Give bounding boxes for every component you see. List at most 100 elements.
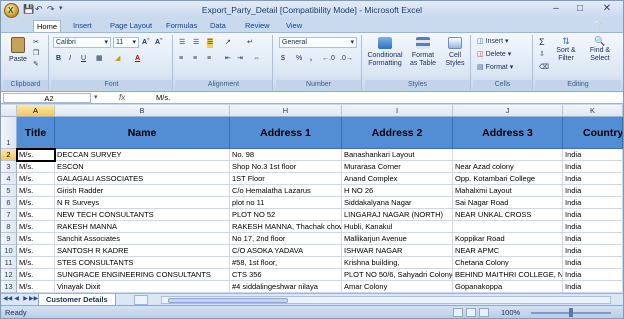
format-as-table-button[interactable]: Format as Table — [407, 37, 439, 68]
font-name-select[interactable]: Calibri ▾ — [53, 37, 111, 48]
cell-address1[interactable]: No 17, 2nd floor — [230, 233, 342, 245]
format-cells-button[interactable]: ▤ Format ▾ — [477, 63, 513, 73]
fill-color-icon[interactable]: ◢ — [115, 54, 120, 64]
column-header-j[interactable]: J — [453, 105, 563, 117]
cell-address3[interactable] — [453, 221, 563, 233]
cell-name[interactable]: NEW TECH CONSULTANTS — [55, 209, 230, 221]
cell-country[interactable]: India — [563, 245, 623, 257]
underline-icon[interactable]: U — [81, 54, 86, 64]
cell-name[interactable]: SUNGRACE ENGINEERING CONSULTANTS — [55, 269, 230, 281]
cell-title[interactable]: M/s. — [17, 161, 55, 173]
cell-address2[interactable]: Siddakalyana Nagar — [342, 197, 453, 209]
cell-title[interactable]: M/s. — [17, 173, 55, 185]
cell-title[interactable]: M/s. — [17, 221, 55, 233]
cut-icon[interactable]: ✂ — [33, 38, 39, 48]
cell-country[interactable]: India — [563, 281, 623, 293]
row-header-5[interactable]: 5 — [1, 185, 17, 197]
column-header-h[interactable]: H — [230, 105, 342, 117]
column-header-i[interactable]: I — [342, 105, 453, 117]
zoom-slider-thumb[interactable] — [569, 308, 573, 317]
row-header-13[interactable]: 13 — [1, 281, 17, 293]
cell-address1[interactable]: C/O ASOKA YADAVA — [230, 245, 342, 257]
cell-title[interactable]: M/s. — [17, 209, 55, 221]
number-format-select[interactable]: General ▾ — [279, 37, 357, 48]
merge-center-icon[interactable]: ⇔ — [253, 54, 260, 64]
maximize-button[interactable]: □ — [571, 3, 589, 16]
decrease-decimal-icon[interactable]: .0→ — [340, 54, 353, 64]
align-right-icon[interactable]: ≡ — [207, 54, 211, 64]
insert-cells-button[interactable]: ◫ Insert ▾ — [477, 37, 509, 47]
cell-title[interactable]: M/s. — [17, 269, 55, 281]
prev-sheet-icon[interactable]: ◀ — [12, 295, 21, 304]
font-color-icon[interactable]: A — [135, 54, 140, 64]
cell-name[interactable]: GALAGALI ASSOCIATES — [55, 173, 230, 185]
row-header-3[interactable]: 3 — [1, 161, 17, 173]
select-all-corner[interactable] — [1, 105, 17, 117]
cell-address3[interactable]: Koppikar Road — [453, 233, 563, 245]
cell-title[interactable]: M/s. — [17, 257, 55, 269]
wrap-text-icon[interactable]: ↵ — [247, 38, 253, 48]
cell-address1[interactable]: #4 siddalingeshwar nilaya — [230, 281, 342, 293]
cell-name[interactable]: Sanchit Associates — [55, 233, 230, 245]
paste-button[interactable]: Paste — [6, 37, 30, 64]
cell-address3[interactable]: Near Azad colony — [453, 161, 563, 173]
name-box-dropdown-icon[interactable]: ▾ — [94, 93, 98, 101]
cell-address1[interactable]: No. 98 — [230, 149, 342, 161]
align-bottom-icon[interactable]: ☰ — [207, 38, 214, 48]
row-header-12[interactable]: 12 — [1, 269, 17, 281]
clear-icon[interactable]: ⌫ — [539, 63, 549, 73]
cell-address3[interactable]: BEHIND MAITHRI COLLEGE, N — [453, 269, 563, 281]
align-left-icon[interactable]: ≡ — [179, 54, 183, 64]
comma-icon[interactable]: , — [310, 54, 312, 64]
cell-country[interactable]: India — [563, 149, 623, 161]
last-sheet-icon[interactable]: ▶▶ — [29, 295, 38, 304]
cell-address1[interactable]: C/o Hemalatha Lazarus — [230, 185, 342, 197]
font-size-select[interactable]: 11 ▾ — [113, 37, 139, 48]
row-header-11[interactable]: 11 — [1, 257, 17, 269]
cell-address3[interactable] — [453, 149, 563, 161]
cell-address2[interactable]: ISHWAR NAGAR — [342, 245, 453, 257]
cell-address2[interactable]: H NO 26 — [342, 185, 453, 197]
zoom-level[interactable]: 100% — [501, 308, 520, 317]
row-header-8[interactable]: 8 — [1, 221, 17, 233]
percent-icon[interactable]: % — [296, 54, 302, 64]
cell-country[interactable]: India — [563, 209, 623, 221]
cell-address2[interactable]: Amar Colony — [342, 281, 453, 293]
horizontal-scroll-thumb[interactable] — [168, 298, 288, 303]
cell-name[interactable]: Girish Radder — [55, 185, 230, 197]
cell-title[interactable]: M/s. — [17, 185, 55, 197]
column-header-a[interactable]: A — [17, 105, 55, 117]
cell-address1[interactable]: plot no 11 — [230, 197, 342, 209]
cell-address3[interactable]: NEAR APMC — [453, 245, 563, 257]
align-middle-icon[interactable]: ☰ — [193, 38, 199, 48]
cell-address1[interactable]: Shop No.3 1st floor — [230, 161, 342, 173]
cell-name[interactable]: STES CONSULTANTS — [55, 257, 230, 269]
insert-sheet-icon[interactable] — [134, 295, 148, 305]
cell-address3[interactable]: Gopanakoppa — [453, 281, 563, 293]
align-center-icon[interactable]: ≡ — [193, 54, 197, 64]
cell-name[interactable]: SANTOSH R KADRE — [55, 245, 230, 257]
copy-icon[interactable]: ❐ — [33, 49, 39, 59]
format-painter-icon[interactable]: ✎ — [33, 60, 39, 70]
cell-country[interactable]: India — [563, 221, 623, 233]
cell-name[interactable]: ESCON — [55, 161, 230, 173]
cell-address3[interactable]: NEAR UNKAL CROSS — [453, 209, 563, 221]
cell-title[interactable]: M/s. — [17, 245, 55, 257]
first-sheet-icon[interactable]: ◀◀ — [3, 295, 12, 304]
insert-function-icon[interactable]: fx — [119, 93, 125, 102]
shrink-font-icon[interactable]: Aˇ — [155, 38, 162, 48]
bold-icon[interactable]: B — [56, 54, 61, 64]
cell-address1[interactable]: RAKESH MANNA, Thachak chowk, Aarvind Pat — [230, 221, 342, 233]
name-box[interactable]: A2 — [3, 93, 91, 103]
cell-address2[interactable]: Banashankari Layout — [342, 149, 453, 161]
find-select-button[interactable]: 🔍 Find & Select — [583, 37, 617, 63]
row-header-6[interactable]: 6 — [1, 197, 17, 209]
header-cell-address1[interactable]: Address 1 — [230, 117, 342, 149]
row-header-7[interactable]: 7 — [1, 209, 17, 221]
delete-cells-button[interactable]: ◫ Delete ▾ — [477, 50, 511, 60]
cell-title[interactable]: M/s. — [16, 148, 56, 162]
italic-icon[interactable]: I — [69, 54, 71, 64]
increase-indent-icon[interactable]: ⇥ — [237, 54, 243, 64]
cell-country[interactable]: India — [563, 269, 623, 281]
grow-font-icon[interactable]: Aˆ — [142, 38, 149, 48]
